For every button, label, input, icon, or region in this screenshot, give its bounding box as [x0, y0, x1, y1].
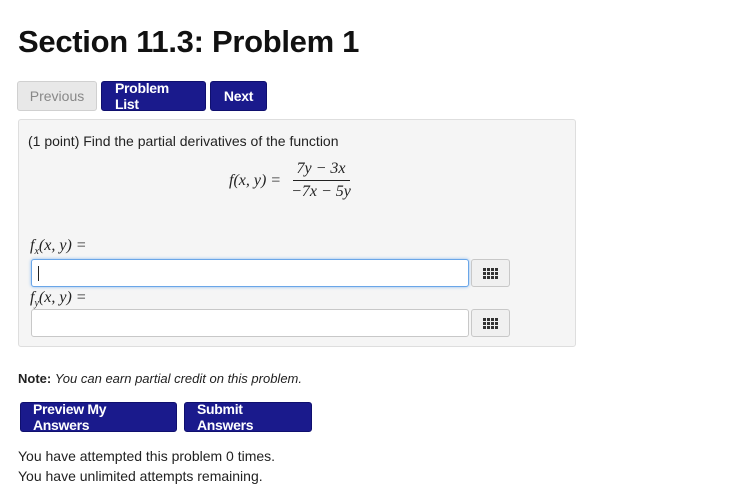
submit-answers-button[interactable]: Submit Answers	[184, 401, 312, 433]
grid-icon	[483, 267, 498, 279]
fy-label: fy(x, y) =	[30, 289, 87, 309]
fy-answer-input[interactable]	[31, 309, 469, 337]
preview-answers-button[interactable]: Preview My Answers	[20, 401, 177, 433]
fy-label-rest: (x, y) =	[38, 289, 87, 306]
fraction-numerator: 7y − 3x	[292, 160, 350, 181]
note-label: Note:	[18, 371, 52, 386]
fy-equation-palette-button[interactable]	[471, 309, 510, 337]
answer-actions: Preview My Answers Submit Answers	[20, 401, 312, 433]
function-fraction: 7y − 3x −7x − 5y	[287, 160, 355, 201]
fraction-denominator: −7x − 5y	[291, 183, 351, 200]
function-lhs: f(x, y) =	[229, 171, 282, 189]
page-title: Section 11.3: Problem 1	[18, 24, 360, 59]
partial-credit-note: Note: You can earn partial credit on thi…	[18, 371, 302, 386]
grid-icon	[483, 317, 498, 329]
attempts-status: You have attempted this problem 0 times.	[18, 448, 276, 464]
problem-list-button[interactable]: Problem List	[101, 80, 206, 112]
problem-statement: (1 point) Find the partial derivatives o…	[28, 133, 339, 149]
text-cursor	[38, 266, 39, 281]
function-equation: f(x, y) = 7y − 3x −7x − 5y	[229, 160, 355, 201]
note-text: You can earn partial credit on this prob…	[54, 371, 302, 386]
fx-label-rest: (x, y) =	[38, 237, 87, 254]
fx-equation-palette-button[interactable]	[471, 259, 510, 287]
fx-answer-input[interactable]	[31, 259, 469, 287]
next-button[interactable]: Next	[210, 81, 267, 111]
problem-navigation: Previous Problem List Next	[17, 80, 267, 112]
problem-panel: (1 point) Find the partial derivatives o…	[18, 119, 576, 347]
attempts-remaining: You have unlimited attempts remaining.	[18, 468, 263, 484]
previous-button[interactable]: Previous	[17, 81, 97, 111]
fx-label: fx(x, y) =	[30, 237, 87, 257]
